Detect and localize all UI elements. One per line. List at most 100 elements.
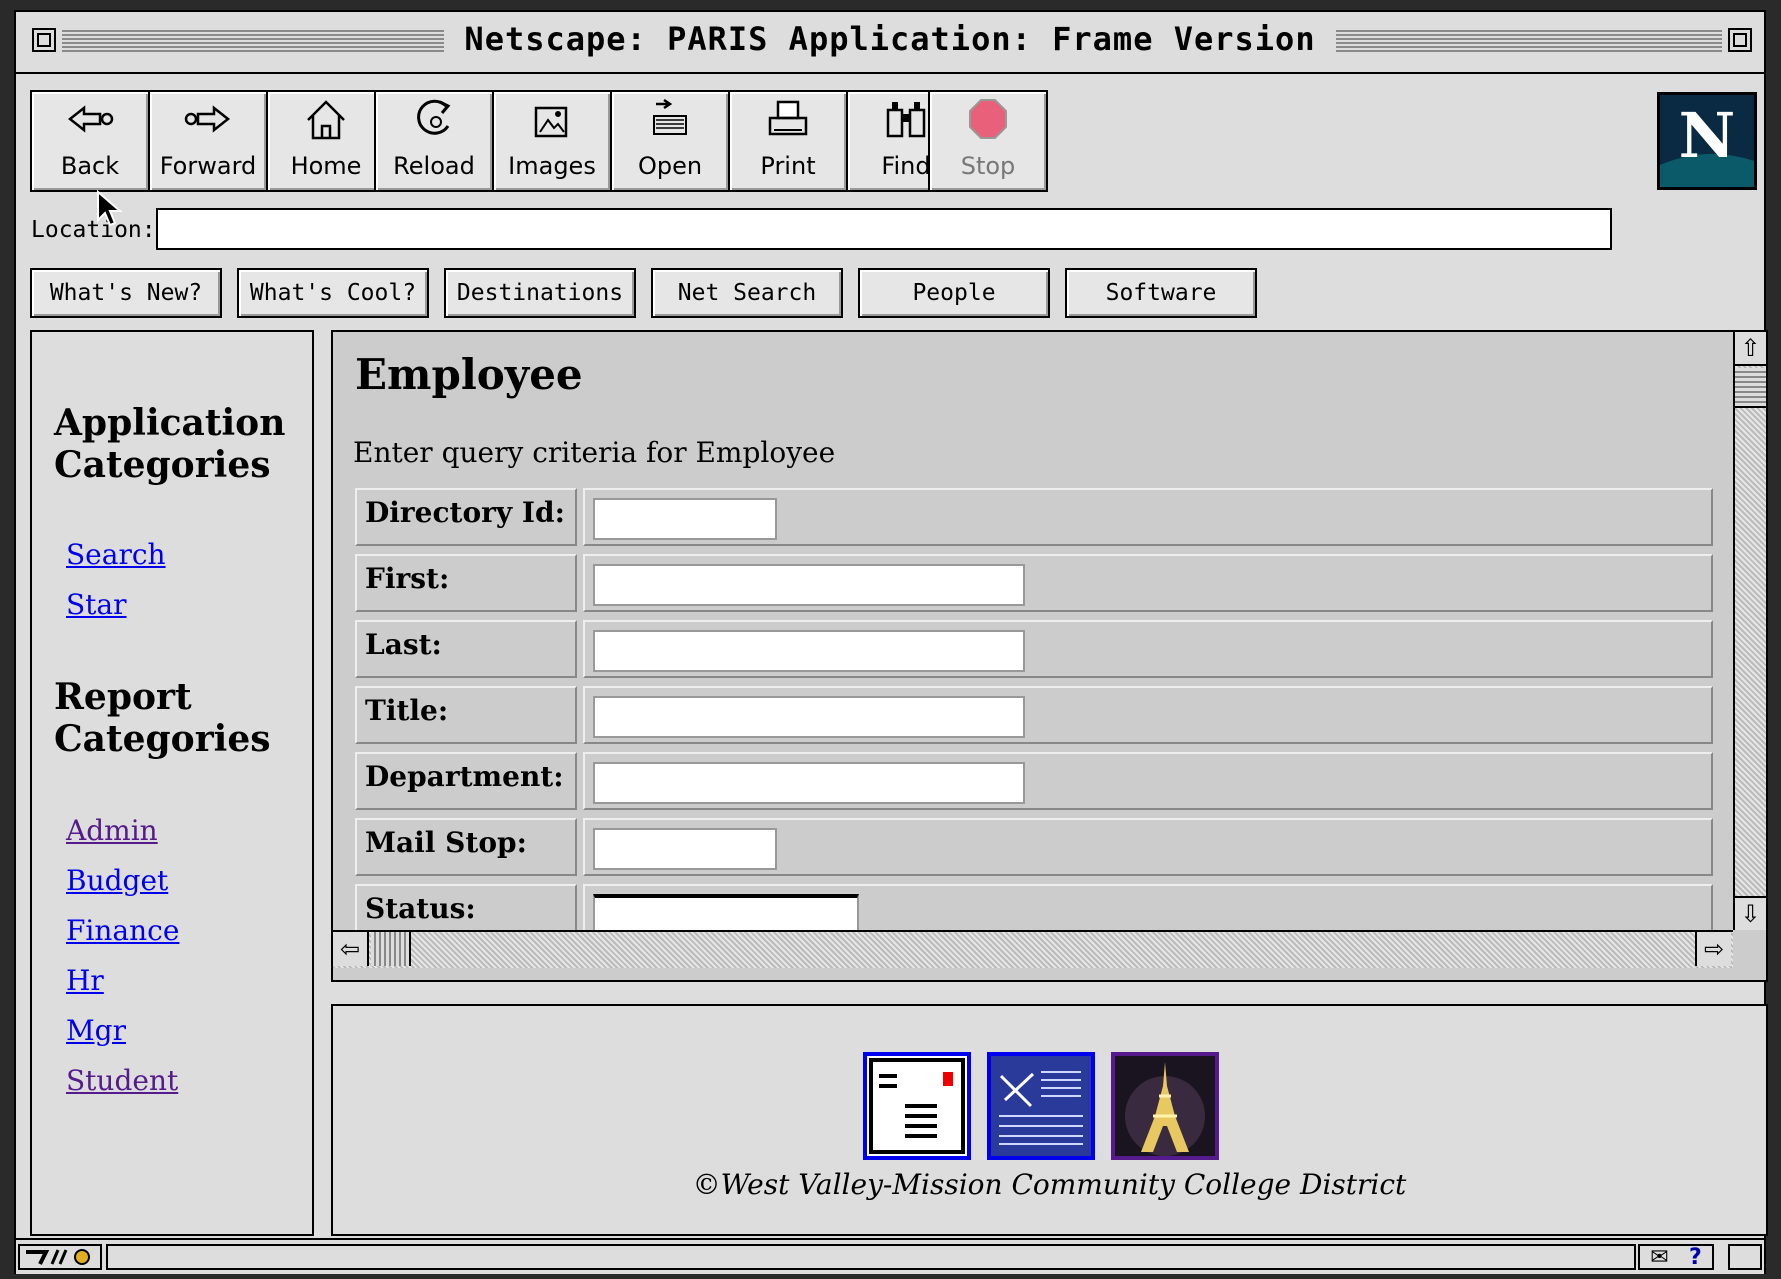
budget-link[interactable]: Budget: [66, 864, 168, 897]
back-label: Back: [60, 152, 120, 180]
app-heading-line2: Categories: [54, 444, 271, 486]
netscape-n-icon: N: [1660, 95, 1754, 187]
open-button[interactable]: Open: [612, 92, 728, 190]
printer-icon: [768, 100, 808, 136]
last-input[interactable]: [593, 630, 1025, 672]
report-categories-heading: Report Categories: [54, 676, 271, 760]
navigation-frame: Application Categories Search Star Repor…: [30, 330, 314, 1236]
department-input[interactable]: [593, 762, 1025, 804]
student-link[interactable]: Student: [66, 1064, 178, 1097]
help-icon[interactable]: ?: [1689, 1245, 1702, 1270]
title-input[interactable]: [593, 696, 1025, 738]
field-label: Mail Stop:: [365, 826, 527, 859]
scroll-right-icon[interactable]: ⇨: [1695, 932, 1731, 966]
mail-stop-input[interactable]: [593, 828, 777, 870]
action-toolbar: Reload Images Open Print Find: [374, 90, 966, 192]
field-label: Last:: [365, 628, 442, 661]
label-cell: First:: [355, 554, 577, 612]
mail-status-icon[interactable]: ✉: [1650, 1245, 1668, 1270]
open-icon: [653, 98, 687, 135]
horizontal-scrollbar[interactable]: ⇦ ⇨: [333, 930, 1733, 968]
form-row-first: First:: [355, 554, 1713, 616]
stop-toolbar: Stop: [928, 90, 1048, 192]
whats-new-button[interactable]: What's New?: [30, 268, 222, 318]
reload-label: Reload: [393, 152, 475, 180]
vertical-scrollbar[interactable]: ⇧ ⇩: [1733, 332, 1766, 930]
people-button[interactable]: People: [858, 268, 1050, 318]
print-label: Print: [760, 152, 816, 180]
stop-label: Stop: [960, 152, 1016, 180]
field-label: Directory Id:: [365, 496, 565, 529]
mgr-link[interactable]: Mgr: [66, 1014, 126, 1047]
broken-key-graphic: [26, 1249, 90, 1265]
hr-link[interactable]: Hr: [66, 964, 104, 997]
form-row-title: Title:: [355, 686, 1713, 748]
label-cell: Title:: [355, 686, 577, 744]
location-input[interactable]: [156, 208, 1612, 250]
zoom-box[interactable]: [1728, 28, 1752, 52]
home-button[interactable]: Home: [268, 92, 384, 190]
reload-button[interactable]: Reload: [376, 92, 492, 190]
location-label: Location:: [31, 217, 156, 243]
search-link[interactable]: Search: [66, 538, 166, 571]
window-title: Netscape: PARIS Application: Frame Versi…: [444, 20, 1336, 58]
reload-icon: [417, 99, 451, 135]
window-title-wrap: Netscape: PARIS Application: Frame Versi…: [16, 20, 1764, 58]
vertical-scroll-thumb[interactable]: [1735, 368, 1766, 408]
label-cell: Directory Id:: [355, 488, 577, 546]
images-button[interactable]: Images: [494, 92, 610, 190]
net-search-button[interactable]: Net Search: [651, 268, 843, 318]
eiffel-tower-image[interactable]: [1111, 1052, 1219, 1160]
form-row-mail-stop: Mail Stop:: [355, 818, 1713, 880]
netscape-logo[interactable]: N: [1657, 92, 1757, 190]
report-heading-line1: Report: [54, 676, 192, 718]
status-icons: ✉ ?: [1638, 1244, 1714, 1270]
content-frame: Employee Enter query criteria for Employ…: [331, 330, 1768, 982]
forward-button[interactable]: Forward: [150, 92, 266, 190]
field-label: Title:: [365, 694, 449, 727]
college-district-logo[interactable]: [987, 1052, 1095, 1160]
page-title: Employee: [355, 350, 583, 399]
images-icon: [534, 106, 568, 138]
mail-icon[interactable]: [863, 1052, 971, 1160]
print-button[interactable]: Print: [730, 92, 846, 190]
scroll-down-icon[interactable]: ⇩: [1735, 896, 1766, 930]
forward-label: Forward: [159, 152, 257, 180]
nav-toolbar: Back Forward Home: [30, 90, 386, 192]
copyright-text: ©West Valley-Mission Community College D…: [692, 1168, 1407, 1201]
horizontal-scroll-thumb[interactable]: [371, 932, 411, 966]
stop-icon: [969, 99, 1007, 139]
security-key-icon[interactable]: [18, 1244, 102, 1270]
forward-arrow-icon: [184, 105, 231, 133]
stop-button[interactable]: Stop: [930, 92, 1046, 190]
back-arrow-icon: [67, 105, 114, 133]
svg-text:N: N: [1679, 99, 1736, 172]
scroll-left-icon[interactable]: ⇦: [333, 932, 369, 966]
first-input[interactable]: [593, 564, 1025, 606]
input-cell: [583, 620, 1713, 678]
admin-link[interactable]: Admin: [66, 814, 158, 847]
title-bar[interactable]: Netscape: PARIS Application: Frame Versi…: [16, 12, 1764, 74]
report-heading-line2: Categories: [54, 718, 271, 760]
find-label: Find: [881, 152, 931, 180]
input-cell: [583, 488, 1713, 546]
software-button[interactable]: Software: [1065, 268, 1257, 318]
destinations-button[interactable]: Destinations: [444, 268, 636, 318]
form-row-department: Department:: [355, 752, 1713, 814]
whats-cool-button[interactable]: What's Cool?: [237, 268, 429, 318]
component-bar-icon[interactable]: [1728, 1244, 1762, 1270]
college-logo-graphic: [991, 1056, 1091, 1156]
browser-window: Netscape: PARIS Application: Frame Versi…: [14, 10, 1768, 1274]
app-heading-line1: Application: [54, 402, 286, 444]
back-button[interactable]: Back: [32, 92, 148, 190]
application-categories-heading: Application Categories: [54, 402, 285, 486]
binoculars-icon: [886, 102, 926, 138]
scroll-up-icon[interactable]: ⇧: [1735, 332, 1766, 366]
input-cell: [583, 686, 1713, 744]
home-label: Home: [290, 152, 362, 180]
finance-link[interactable]: Finance: [66, 914, 179, 947]
images-label: Images: [508, 152, 596, 180]
input-cell: [583, 554, 1713, 612]
directory-id-input[interactable]: [593, 498, 777, 540]
star-link[interactable]: Star: [66, 588, 127, 621]
